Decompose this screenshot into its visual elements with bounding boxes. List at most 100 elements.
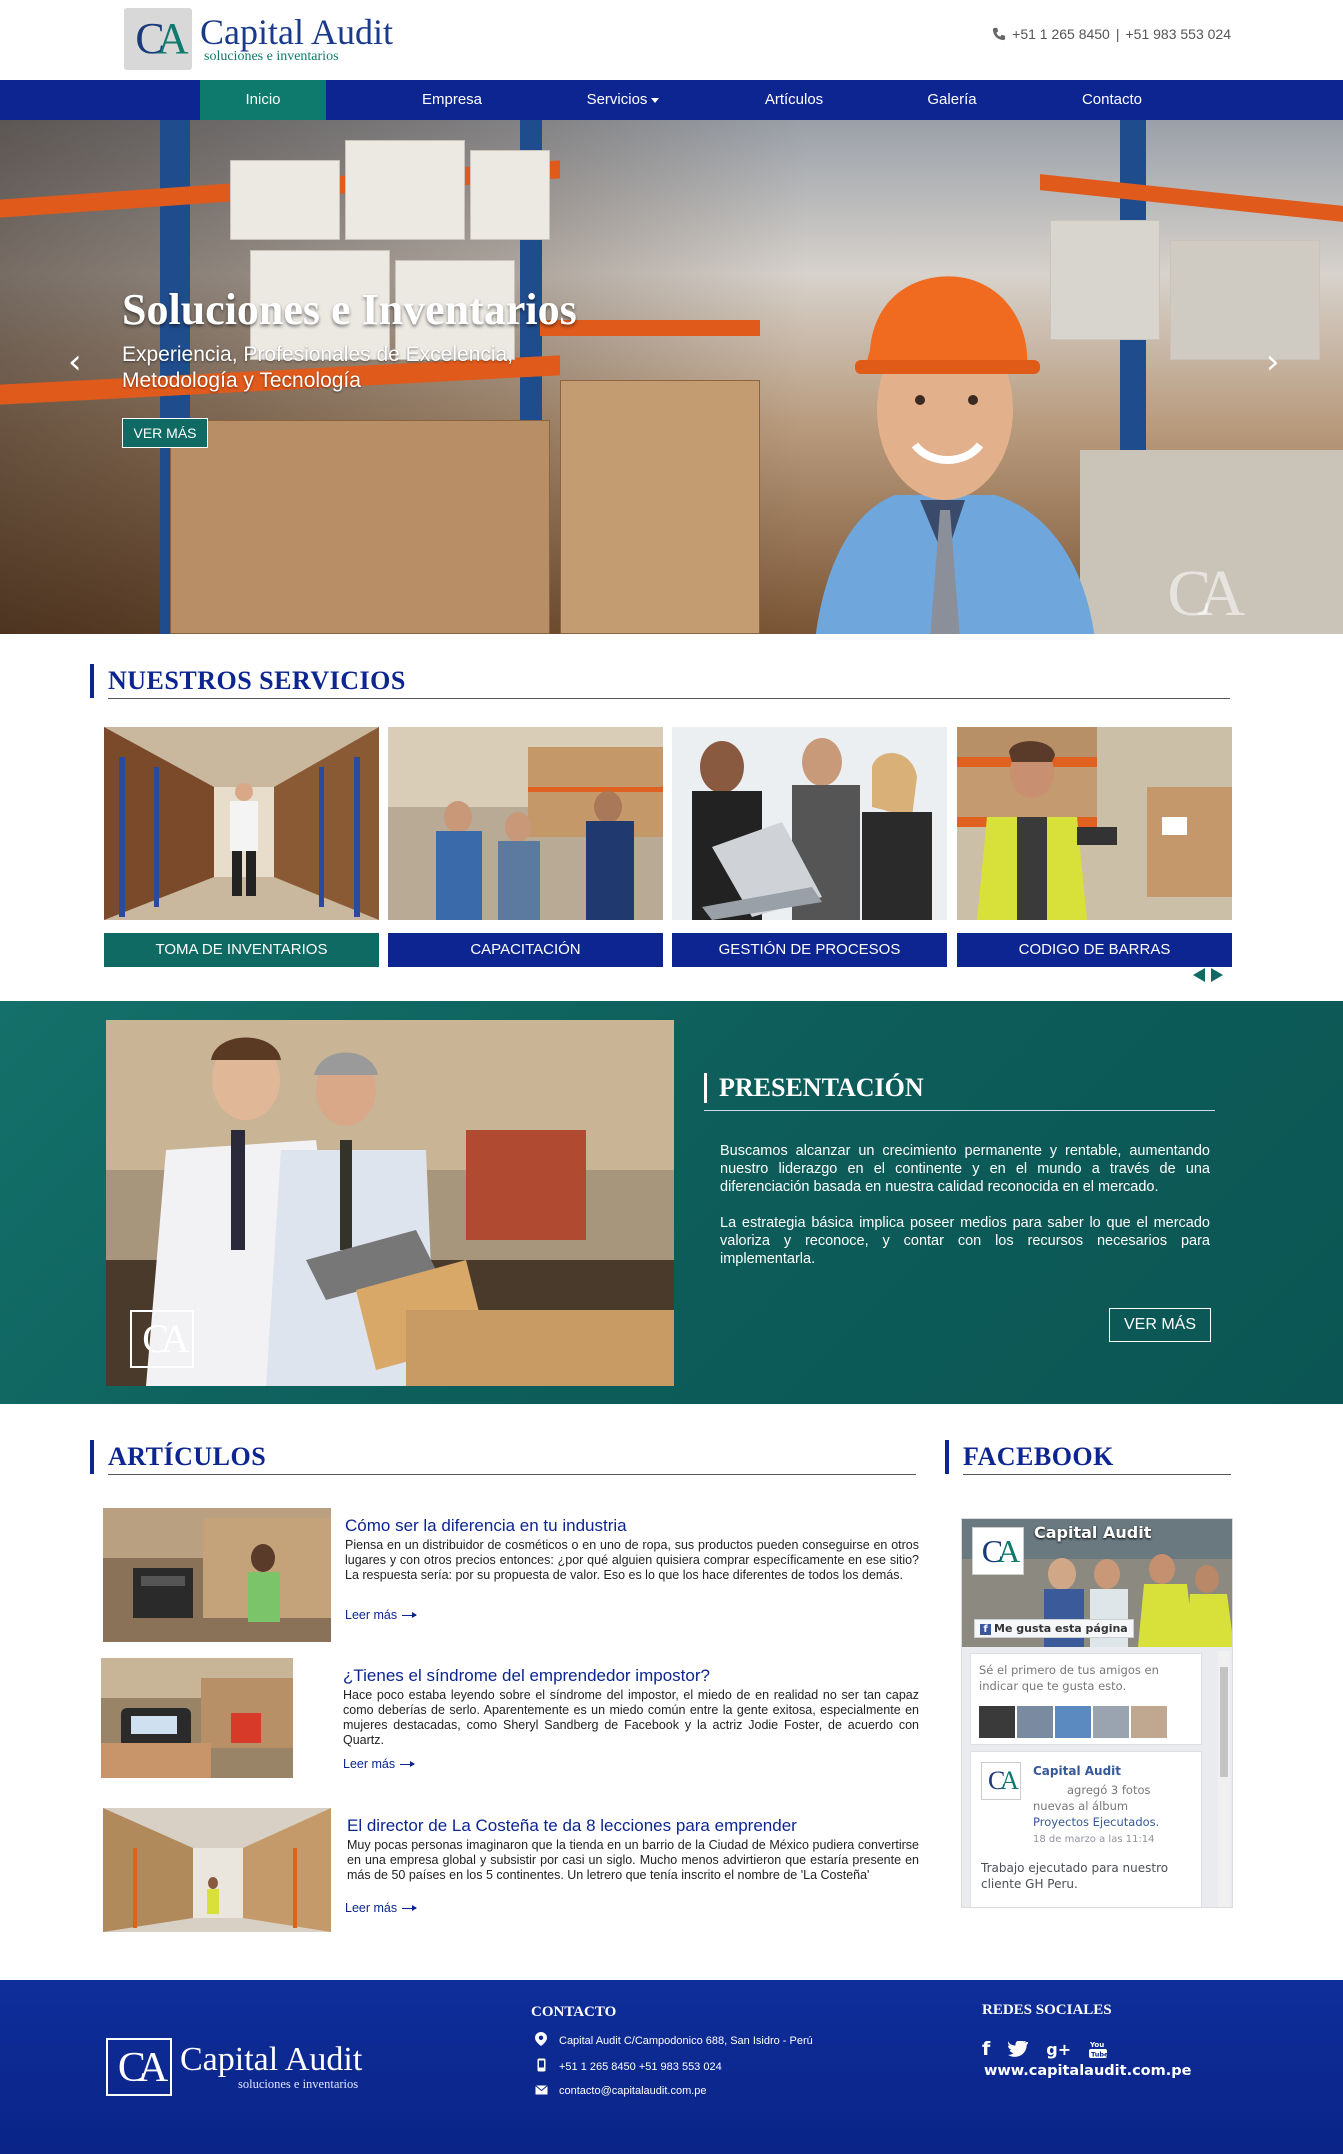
hero-prev-arrow-icon[interactable]: ‹: [68, 342, 82, 382]
site-header: CA Capital Audit soluciones e inventario…: [0, 0, 1343, 80]
service-card[interactable]: CAPACITACIÓN: [388, 727, 663, 967]
footer-website-link[interactable]: www.capitalaudit.com.pe: [984, 2063, 1191, 2079]
service-label[interactable]: TOMA DE INVENTARIOS: [104, 933, 379, 967]
main-nav: Inicio Empresa Servicios Artículos Galer…: [0, 80, 1343, 120]
facebook-icon[interactable]: f: [982, 2038, 990, 2060]
article-image[interactable]: [101, 1658, 293, 1778]
nav-item-inicio[interactable]: Inicio: [200, 80, 326, 120]
phone-icon: [993, 27, 1006, 41]
facebook-post-album[interactable]: Proyectos Ejecutados.: [1033, 1814, 1193, 1830]
services-heading-line: [108, 698, 1230, 699]
services-prev-icon[interactable]: [1193, 968, 1205, 982]
facebook-page-name[interactable]: Capital Audit: [1034, 1523, 1151, 1542]
article-title[interactable]: Cómo ser la diferencia en tu industria: [345, 1516, 627, 1536]
dropdown-caret-icon: [651, 97, 660, 103]
read-more-label: Leer más: [345, 1608, 398, 1622]
facebook-scrollbar-thumb[interactable]: [1220, 1667, 1228, 1777]
facebook-post-date[interactable]: 18 de marzo a las 11:14: [1033, 1832, 1155, 1848]
presentation-heading-line: [704, 1110, 1215, 1111]
friend-avatar[interactable]: [979, 1706, 1015, 1738]
hero-title: Soluciones e Inventarios: [122, 285, 577, 334]
article-excerpt: Hace poco estaba leyendo sobre el síndro…: [343, 1688, 919, 1747]
footer-phones-text: +51 1 265 8450 +51 983 553 024: [559, 2060, 722, 2073]
services-next-icon[interactable]: [1211, 968, 1223, 982]
read-more-link[interactable]: Leer más: [343, 1757, 416, 1771]
facebook-like-label: Me gusta esta página: [994, 1622, 1128, 1635]
facebook-heading-line: [963, 1474, 1231, 1475]
presentation-section: CA PRESENTACIÓN Buscamos alcanzar un cre…: [0, 1001, 1343, 1404]
nav-item-empresa[interactable]: Empresa: [390, 80, 514, 120]
arrow-right-icon: [400, 1761, 416, 1768]
email-icon: [533, 2084, 549, 2098]
nav-item-articulos[interactable]: Artículos: [732, 80, 856, 120]
article-item: El director de La Costeña te da 8 leccio…: [103, 1808, 921, 1932]
header-phones: +51 1 265 8450 | +51 983 553 024: [992, 26, 1231, 42]
footer-contact-heading: CONTACTO: [531, 2004, 617, 2020]
article-title[interactable]: ¿Tienes el síndrome del emprendedor impo…: [343, 1666, 710, 1686]
nav-item-contacto[interactable]: Contacto: [1050, 80, 1174, 120]
footer-logo-mark: CA: [106, 2038, 172, 2096]
friend-avatar[interactable]: [1055, 1706, 1091, 1738]
article-title[interactable]: El director de La Costeña te da 8 leccio…: [347, 1816, 797, 1836]
article-item: Cómo ser la diferencia en tu industria P…: [103, 1508, 921, 1642]
google-plus-icon[interactable]: g+: [1046, 2040, 1071, 2059]
service-card[interactable]: GESTIÓN DE PROCESOS: [672, 727, 947, 967]
hero-next-arrow-icon[interactable]: ›: [1266, 342, 1280, 382]
footer-logo[interactable]: CA Capital Audit soluciones e inventario…: [106, 2038, 362, 2096]
presentation-paragraph-2: La estrategia básica implica poseer medi…: [720, 1215, 1210, 1267]
facebook-cover[interactable]: CA Capital Audit f Me gusta esta página: [962, 1519, 1232, 1647]
hero-subtitle-line-2: Metodología y Tecnología: [122, 369, 361, 392]
footer-address-text: Capital Audit C/Campodonico 688, San Isi…: [559, 2034, 813, 2047]
facebook-post-meta: agregó 3 fotos nuevas al álbum Proyectos…: [1033, 1782, 1193, 1830]
article-excerpt: Muy pocas personas imaginaron que la tie…: [347, 1838, 919, 1882]
services-carousel-nav: [1193, 968, 1223, 982]
service-card[interactable]: CODIGO DE BARRAS: [957, 727, 1232, 967]
logo-mark: CA: [124, 8, 192, 70]
friend-avatar[interactable]: [1131, 1706, 1167, 1738]
friend-avatar[interactable]: [1017, 1706, 1053, 1738]
mobile-phone-icon: [533, 2058, 549, 2075]
hero-slider: Soluciones e Inventarios Experiencia, Pr…: [0, 120, 1343, 634]
arrow-right-icon: [402, 1612, 418, 1619]
nav-item-label: Empresa: [421, 91, 483, 108]
site-footer: CA Capital Audit soluciones e inventario…: [0, 1980, 1343, 2154]
presentation-paragraph-1: Buscamos alcanzar un crecimiento permane…: [720, 1143, 1210, 1195]
hero-worker-image: [815, 276, 1095, 634]
facebook-post-text: Trabajo ejecutado para nuestro cliente G…: [981, 1861, 1169, 1891]
header-phone-2: +51 983 553 024: [1125, 26, 1232, 42]
social-links: f g+ You Tube: [982, 2038, 1108, 2060]
facebook-friends-box: Sé el primero de tus amigos en indicar q…: [970, 1653, 1202, 1745]
presentation-watermark: CA: [130, 1310, 194, 1368]
article-image[interactable]: [103, 1808, 331, 1932]
articles-heading-line: [108, 1474, 916, 1475]
facebook-avatar: CA: [972, 1527, 1024, 1575]
facebook-logo-icon: f: [980, 1624, 991, 1635]
service-label[interactable]: CODIGO DE BARRAS: [957, 933, 1232, 967]
nav-item-galeria[interactable]: Galería: [890, 80, 1014, 120]
facebook-like-button[interactable]: f Me gusta esta página: [974, 1619, 1134, 1638]
footer-email[interactable]: contacto@capitalaudit.com.pe: [533, 2084, 707, 2098]
friend-avatar[interactable]: [1093, 1706, 1129, 1738]
youtube-icon[interactable]: You Tube: [1089, 2039, 1108, 2059]
facebook-post-author[interactable]: Capital Audit: [1033, 1764, 1121, 1778]
facebook-post-meta-line-1: agregó 3 fotos: [1067, 1783, 1151, 1797]
article-image[interactable]: [103, 1508, 331, 1642]
hero-ver-mas-button[interactable]: VER MÁS: [122, 418, 208, 448]
service-image-barcode: [957, 727, 1232, 920]
service-label[interactable]: CAPACITACIÓN: [388, 933, 663, 967]
footer-logo-tagline: soluciones e inventarios: [238, 2076, 359, 2091]
location-pin-icon: [533, 2032, 549, 2049]
facebook-post-avatar: CA: [981, 1762, 1021, 1800]
articles-heading: ARTÍCULOS: [90, 1440, 266, 1474]
service-label[interactable]: GESTIÓN DE PROCESOS: [672, 933, 947, 967]
nav-item-servicios[interactable]: Servicios: [560, 80, 686, 120]
read-more-label: Leer más: [343, 1757, 396, 1771]
read-more-link[interactable]: Leer más: [345, 1608, 418, 1622]
facebook-heading: FACEBOOK: [945, 1440, 1114, 1474]
read-more-link[interactable]: Leer más: [345, 1901, 418, 1915]
service-card[interactable]: TOMA DE INVENTARIOS: [104, 727, 379, 967]
twitter-icon[interactable]: [1008, 2040, 1029, 2058]
presentation-ver-mas-button[interactable]: VER MÁS: [1109, 1308, 1211, 1342]
nav-item-label: Inicio: [245, 91, 281, 108]
logo[interactable]: CA Capital Audit soluciones e inventario…: [124, 8, 393, 70]
